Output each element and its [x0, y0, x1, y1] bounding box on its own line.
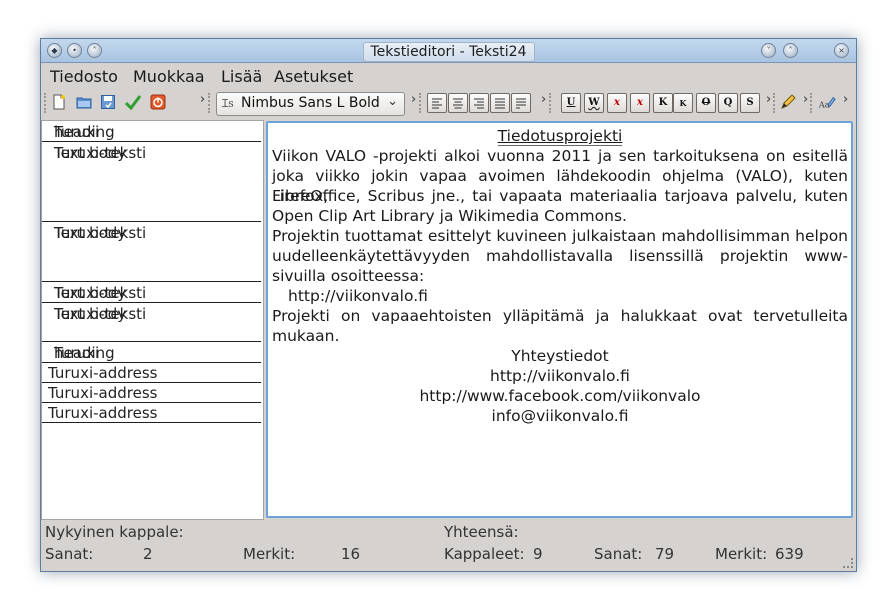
toolbar-grip[interactable]	[208, 93, 213, 113]
list-item[interactable]: Turuxi-address	[42, 363, 261, 383]
menu-lisaa[interactable]: Lisää	[221, 67, 262, 86]
resize-grip[interactable]	[843, 558, 853, 568]
list-item[interactable]: Turuxi-teksti Text body	[42, 303, 261, 342]
chars-label: Merkit:	[243, 545, 296, 563]
paragraph-style-type: Text body	[54, 305, 127, 323]
toolbar-grip[interactable]	[810, 93, 815, 113]
words-value: 2	[143, 545, 153, 563]
title-bar[interactable]: ◆ • ˄ Tekstieditori - Teksti24 ˅ ˄ ×	[41, 39, 856, 63]
paragraph-style-list[interactable]: Turuxi heading Turuxi-teksti Text body T…	[41, 120, 264, 520]
toolbar: › Ɪs Nimbus Sans L Bold ⌄ › › U W x x K …	[41, 89, 856, 117]
text-editor[interactable]: Tiedotusprojekti Viikon VALO -projekti a…	[266, 121, 853, 518]
check-icon[interactable]	[124, 93, 142, 111]
total-words-label: Sanat:	[594, 545, 643, 563]
text-line: Projektin tuottamat esittelyt kuvineen j…	[272, 227, 848, 245]
menu-tiedosto[interactable]: Tiedosto	[50, 67, 118, 86]
toolbar-grip[interactable]	[549, 93, 554, 113]
maximize-icon[interactable]: ˄	[783, 43, 798, 58]
text-line: Viikon VALO -projekti alkoi vuonna 2011 …	[272, 147, 848, 165]
words-label: Sanat:	[45, 545, 94, 563]
toolbar-overflow-icon[interactable]: ›	[200, 92, 205, 107]
toolbar-overflow-icon[interactable]: ›	[843, 92, 848, 107]
total-chars-value: 639	[775, 545, 804, 563]
wavy-underline-icon[interactable]: W	[584, 93, 604, 113]
font-selector[interactable]: Ɪs Nimbus Sans L Bold ⌄	[216, 92, 405, 116]
font-name: Nimbus Sans L Bold	[241, 95, 380, 111]
text-line: sivuilla osoitteessa:	[272, 267, 425, 285]
toolbar-overflow-icon[interactable]: ›	[766, 92, 771, 107]
outline-icon[interactable]: Q	[718, 93, 738, 113]
menu-muokkaa[interactable]: Muokkaa	[133, 67, 205, 86]
window-title: Tekstieditori - Teksti24	[362, 42, 535, 62]
list-item[interactable]: Turuxi-teksti Text body	[42, 222, 261, 282]
paragraphs-value: 9	[533, 545, 543, 563]
superscript-icon[interactable]: x	[630, 93, 650, 113]
contact-line: info@viikonvalo.fi	[491, 407, 629, 425]
bold-icon[interactable]: K	[653, 93, 673, 113]
underline-icon[interactable]: U	[561, 93, 581, 113]
chars-value: 16	[341, 545, 361, 563]
menu-bar: Tiedosto Muokkaa Lisää Asetukset	[41, 63, 856, 88]
font-type-icon: Ɪs	[222, 97, 234, 110]
style-tool-icon[interactable]: Aa	[818, 93, 836, 111]
document-heading: Tiedotusprojekti	[497, 127, 623, 146]
paragraph-style-name: Turuxi-address	[48, 404, 158, 422]
text-line: LibreOffice, Scribus jne., tai vapaata m…	[272, 187, 848, 205]
paragraph-style-name: Turuxi-address	[48, 364, 158, 382]
list-item[interactable]: Turuxi heading	[42, 121, 261, 142]
quit-icon[interactable]	[149, 93, 167, 111]
contact-line: http://viikonvalo.fi	[490, 367, 630, 385]
document-link: http://viikonvalo.fi	[288, 287, 428, 305]
minimize-icon[interactable]: ˅	[761, 43, 776, 58]
total-chars-label: Merkit:	[715, 545, 768, 563]
editor-window: ◆ • ˄ Tekstieditori - Teksti24 ˅ ˄ × Tie…	[40, 38, 857, 572]
open-folder-icon[interactable]	[75, 93, 93, 111]
strikethrough-icon[interactable]: O	[696, 93, 716, 113]
new-document-icon[interactable]	[50, 93, 68, 111]
text-line: uudelleenkäytettävyyden mahdollistavalla…	[272, 247, 848, 265]
total-label: Yhteensä:	[444, 523, 519, 541]
small-caps-icon[interactable]: K	[673, 93, 693, 113]
align-justify-icon[interactable]	[490, 93, 510, 113]
menu-asetukset[interactable]: Asetukset	[274, 67, 353, 86]
text-line: Projekti on vapaaehtoisten ylläpitämä ja…	[272, 307, 848, 325]
paragraph-style-type: Text body	[54, 224, 127, 242]
paragraphs-label: Kappaleet:	[444, 545, 525, 563]
paragraph-style-type: Text body	[54, 144, 127, 162]
align-full-icon[interactable]	[511, 93, 531, 113]
paragraph-style-type: heading	[54, 344, 115, 362]
contact-heading: Yhteystiedot	[511, 347, 609, 365]
toolbar-grip[interactable]	[419, 93, 424, 113]
list-item[interactable]: Turuxi-address	[42, 403, 261, 423]
close-icon[interactable]: ×	[834, 43, 849, 58]
list-item[interactable]: Turuxi-address	[42, 383, 261, 403]
total-words-value: 79	[655, 545, 675, 563]
align-center-icon[interactable]	[448, 93, 468, 113]
toolbar-overflow-icon[interactable]: ›	[411, 92, 416, 107]
list-item[interactable]: Turuxi heading	[42, 342, 261, 363]
chevron-down-icon: ⌄	[387, 94, 398, 109]
text-line: Open Clip Art Library ja Wikimedia Commo…	[272, 207, 627, 225]
toolbar-overflow-icon[interactable]: ›	[541, 92, 546, 107]
list-item[interactable]: Turuxi-teksti Text body	[42, 282, 261, 303]
current-paragraph-label: Nykyinen kappale:	[45, 523, 184, 541]
text-line: mukaan.	[272, 327, 340, 345]
toolbar-grip[interactable]	[773, 93, 778, 113]
align-right-icon[interactable]	[469, 93, 489, 113]
toolbar-grip[interactable]	[44, 93, 49, 113]
contact-line: http://www.facebook.com/viikonvalo	[419, 387, 701, 405]
paragraph-style-name: Turuxi-address	[48, 384, 158, 402]
list-item[interactable]: Turuxi-teksti Text body	[42, 142, 261, 222]
toolbar-overflow-icon[interactable]: ›	[803, 92, 808, 107]
save-icon[interactable]	[99, 93, 117, 111]
paragraph-style-type: heading	[54, 123, 115, 141]
edit-style-icon[interactable]	[779, 93, 797, 111]
align-left-icon[interactable]	[427, 93, 447, 113]
paragraph-style-type: Text body	[54, 284, 127, 302]
shadow-icon[interactable]: S	[740, 93, 760, 113]
subscript-icon[interactable]: x	[607, 93, 627, 113]
